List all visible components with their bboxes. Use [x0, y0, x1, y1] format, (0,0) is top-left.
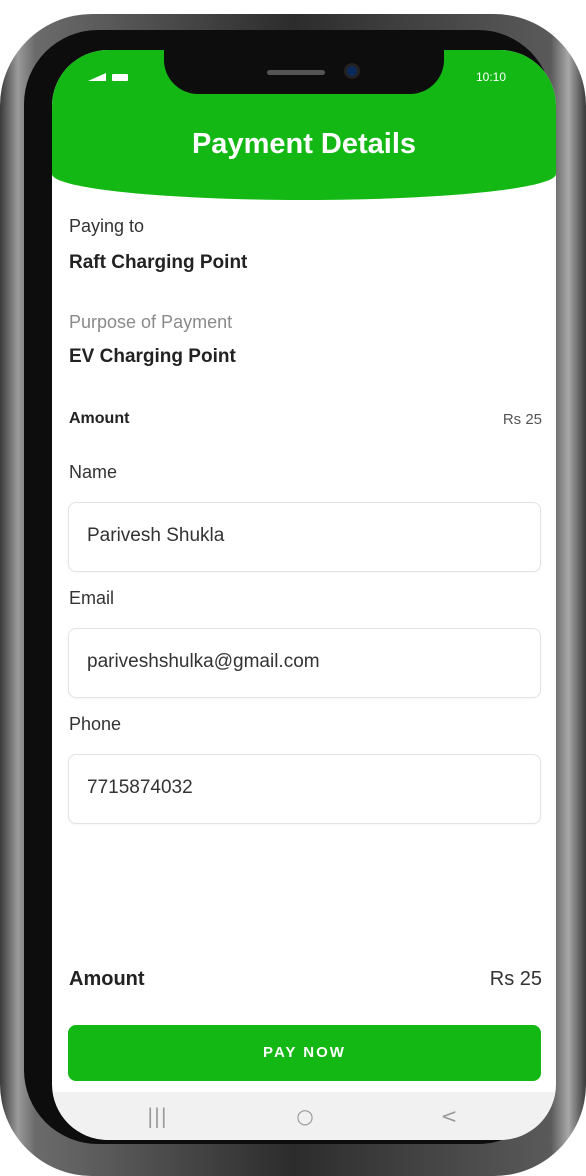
page-title: Payment Details: [191, 128, 417, 160]
speaker: [267, 70, 325, 75]
recents-icon[interactable]: |||: [132, 1100, 182, 1132]
signal-icon: [88, 73, 106, 81]
email-label: Email: [69, 588, 115, 608]
system-navbar: ||| ○ <: [52, 1092, 556, 1140]
phone-field[interactable]: [68, 754, 541, 824]
name-input[interactable]: [87, 525, 527, 547]
pay-now-button[interactable]: PAY NOW: [68, 1025, 541, 1081]
status-icons: [88, 73, 128, 81]
amount-value: Rs 25: [502, 411, 542, 428]
paying-to-label: Paying to: [69, 216, 145, 236]
name-label: Name: [69, 462, 118, 482]
phone-input[interactable]: [87, 777, 527, 799]
notch: [164, 50, 444, 94]
purpose-value: EV Charging Point: [69, 346, 236, 367]
amount-label: Amount: [69, 410, 130, 427]
back-icon[interactable]: <: [424, 1100, 474, 1132]
name-field[interactable]: [68, 502, 541, 572]
phone-label: Phone: [69, 714, 122, 734]
camera-icon: [344, 63, 360, 79]
total-amount-value: Rs 25: [489, 968, 542, 990]
paying-to-value: Raft Charging Point: [69, 252, 248, 273]
battery-icon: [112, 74, 128, 81]
email-field[interactable]: [68, 628, 541, 698]
purpose-label: Purpose of Payment: [69, 312, 233, 332]
email-input[interactable]: [87, 651, 527, 673]
total-amount-label: Amount: [69, 968, 145, 990]
status-time: 10:10: [475, 70, 506, 84]
home-icon[interactable]: ○: [280, 1100, 330, 1132]
app-screen: 10:10 Payment Details Paying to Raft Cha…: [52, 50, 556, 1140]
